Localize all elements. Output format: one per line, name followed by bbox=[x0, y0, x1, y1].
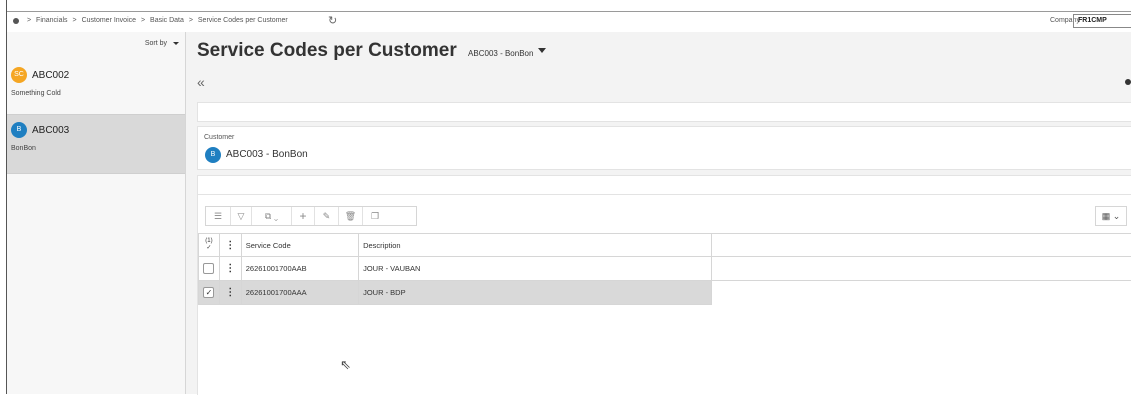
avatar: SC bbox=[11, 67, 27, 83]
duplicate-icon[interactable]: ❐ bbox=[363, 207, 387, 225]
list-header-card bbox=[197, 175, 1131, 195]
record-selector[interactable]: ABC003 - BonBon bbox=[468, 49, 533, 58]
delete-icon[interactable]: 🗑 bbox=[339, 207, 363, 225]
column-chooser-button[interactable]: ▦ ⌄ bbox=[1095, 206, 1127, 226]
row-menu-icon[interactable]: ⋮ bbox=[219, 257, 241, 281]
breadcrumb-item-basic-data[interactable]: Basic Data bbox=[150, 17, 184, 24]
breadcrumb-item-customer-invoice[interactable]: Customer Invoice bbox=[82, 17, 136, 24]
row-checkbox[interactable]: ✓ bbox=[199, 281, 220, 305]
navigator-item-abc003[interactable]: B ABC003 BonBon bbox=[7, 114, 185, 174]
navigator-item-code: ABC003 bbox=[32, 125, 69, 136]
column-header-service-code[interactable]: Service Code bbox=[241, 234, 358, 257]
breadcrumb-separator: > bbox=[73, 17, 77, 24]
customer-avatar: B bbox=[205, 147, 221, 163]
breadcrumb: > Financials > Customer Invoice > Basic … bbox=[7, 11, 1131, 33]
breadcrumb-separator: > bbox=[189, 17, 193, 24]
company-selector[interactable]: FR1CMP bbox=[1073, 14, 1131, 28]
caret-down-icon[interactable] bbox=[538, 48, 546, 53]
caret-down-icon bbox=[173, 42, 179, 45]
export-icon[interactable]: ⧉ ⌄ bbox=[252, 207, 292, 225]
table-header-row: (1)✓ ⋮ Service Code Description bbox=[199, 234, 1131, 257]
row-checkbox[interactable] bbox=[199, 257, 220, 281]
refresh-icon[interactable]: ↻ bbox=[328, 14, 337, 27]
customer-card: Customer B ABC003 - BonBon bbox=[197, 126, 1131, 170]
service-code-cell: 26261001700AAB bbox=[241, 257, 358, 281]
breadcrumb-path: > Financials > Customer Invoice > Basic … bbox=[24, 17, 288, 24]
description-cell: JOUR - VAUBAN bbox=[359, 257, 712, 281]
column-menu-icon[interactable]: ⋮ bbox=[219, 234, 241, 257]
checked-checkbox[interactable]: ✓ bbox=[203, 287, 214, 298]
sort-by-dropdown[interactable]: Sort by bbox=[145, 40, 179, 47]
breadcrumb-item-service-codes: Service Codes per Customer bbox=[198, 17, 288, 24]
selection-count: (1) bbox=[205, 238, 212, 244]
list-icon[interactable]: ☰ bbox=[206, 207, 231, 225]
checkbox[interactable] bbox=[203, 263, 214, 274]
edit-icon[interactable]: ✎ bbox=[315, 207, 339, 225]
navigator-item-abc002[interactable]: SC ABC002 Something Cold bbox=[7, 60, 185, 118]
service-codes-grid: ☰ ▽ ⧉ ⌄ + ✎ 🗑 ❐ ▦ ⌄ (1)✓ ⋮ Service Code … bbox=[197, 195, 1131, 395]
customer-label: Customer bbox=[204, 134, 234, 141]
row-menu-icon[interactable]: ⋮ bbox=[219, 281, 241, 305]
customer-value: ABC003 - BonBon bbox=[226, 149, 308, 160]
column-header-description[interactable]: Description bbox=[359, 234, 712, 257]
empty-cell bbox=[712, 257, 1131, 281]
avatar: B bbox=[11, 122, 27, 138]
check-icon: ✓ bbox=[206, 245, 211, 251]
grid-toolbar: ☰ ▽ ⧉ ⌄ + ✎ 🗑 ❐ bbox=[205, 206, 417, 226]
page-title: Service Codes per Customer ABC003 - BonB… bbox=[197, 40, 546, 62]
description-cell: JOUR - BDP bbox=[359, 281, 712, 305]
collapse-navigator-icon[interactable]: « bbox=[197, 74, 205, 90]
navigator-item-code: ABC002 bbox=[32, 70, 69, 81]
sort-by-label: Sort by bbox=[145, 40, 167, 47]
table-row[interactable]: ⋮ 26261001700AAB JOUR - VAUBAN bbox=[199, 257, 1131, 281]
service-codes-table: (1)✓ ⋮ Service Code Description ⋮ 262610… bbox=[198, 233, 1131, 305]
mouse-cursor-icon: ⇖ bbox=[340, 357, 351, 373]
empty-cell bbox=[712, 281, 1131, 305]
empty-header bbox=[712, 234, 1131, 257]
dot-icon bbox=[1125, 79, 1131, 85]
record-navigator: Sort by SC ABC002 Something Cold B ABC00… bbox=[7, 32, 186, 394]
home-icon[interactable] bbox=[13, 18, 19, 24]
page-title-text: Service Codes per Customer bbox=[197, 40, 457, 61]
main-content: Service Codes per Customer ABC003 - BonB… bbox=[186, 32, 1131, 394]
breadcrumb-item-financials[interactable]: Financials bbox=[36, 17, 68, 24]
table-icon: ▦ bbox=[1102, 211, 1111, 221]
navigator-item-name: BonBon bbox=[11, 145, 36, 152]
table-row[interactable]: ✓ ⋮ 26261001700AAA JOUR - BDP bbox=[199, 281, 1131, 305]
service-code-cell: 26261001700AAA bbox=[241, 281, 358, 305]
navigator-item-name: Something Cold bbox=[11, 90, 61, 97]
breadcrumb-separator: > bbox=[27, 17, 31, 24]
select-all-header[interactable]: (1)✓ bbox=[199, 234, 220, 257]
add-icon[interactable]: + bbox=[292, 207, 315, 225]
header-card bbox=[197, 102, 1131, 122]
breadcrumb-separator: > bbox=[141, 17, 145, 24]
filter-icon[interactable]: ▽ bbox=[231, 207, 252, 225]
